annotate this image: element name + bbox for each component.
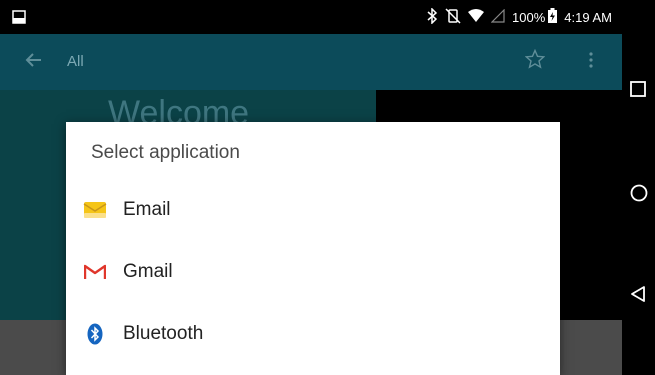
gmail-icon bbox=[83, 260, 107, 284]
app-option-email[interactable]: Email bbox=[66, 180, 560, 240]
navigation-bar bbox=[622, 0, 655, 375]
back-arrow-icon[interactable] bbox=[24, 50, 44, 75]
back-button[interactable] bbox=[629, 285, 649, 305]
app-option-label: Gmail bbox=[123, 261, 173, 282]
clock: 4:19 AM bbox=[564, 9, 612, 25]
email-icon bbox=[83, 198, 107, 222]
vibrate-icon bbox=[445, 7, 461, 27]
signal-icon bbox=[490, 8, 505, 26]
battery-percent: 100% bbox=[512, 9, 546, 25]
dialog-title: Select application bbox=[91, 142, 240, 163]
app-option-label: Email bbox=[123, 199, 171, 220]
star-icon[interactable] bbox=[524, 48, 546, 74]
status-bar: 100% 4:19 AM bbox=[0, 0, 622, 34]
app-bar-title: All bbox=[67, 53, 84, 70]
overflow-menu-icon[interactable] bbox=[588, 51, 594, 74]
wifi-icon bbox=[468, 9, 485, 25]
home-button[interactable] bbox=[629, 183, 649, 203]
app-option-label: Bluetooth bbox=[123, 323, 204, 344]
bluetooth-share-icon bbox=[83, 322, 107, 346]
battery-icon bbox=[548, 8, 558, 26]
select-application-dialog: Select application Email Gmail Bluetooth bbox=[66, 122, 560, 375]
app-option-bluetooth[interactable]: Bluetooth bbox=[66, 304, 560, 364]
bluetooth-icon bbox=[426, 6, 438, 27]
screenshot-icon bbox=[12, 10, 26, 29]
app-option-gmail[interactable]: Gmail bbox=[66, 242, 560, 302]
recents-button[interactable] bbox=[629, 80, 649, 100]
app-bar: All bbox=[0, 34, 622, 90]
